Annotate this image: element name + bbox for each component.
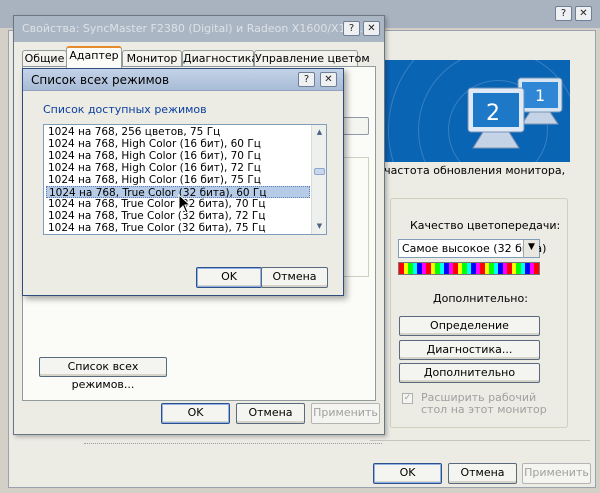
tab-color-management[interactable]: Управление цветом bbox=[254, 50, 370, 67]
ok-button[interactable]: OK bbox=[161, 403, 230, 424]
dialog-title: Список всех режимов bbox=[31, 73, 170, 87]
apply-button: Применить bbox=[311, 403, 380, 424]
modes-listbox[interactable]: 1024 на 768, 256 цветов, 75 Гц 1024 на 7… bbox=[43, 124, 327, 235]
color-quality-select[interactable]: Самое высокое (32 бита) ▼ bbox=[398, 239, 546, 258]
color-spectrum-bar bbox=[398, 262, 540, 275]
list-item[interactable]: 1024 на 768, 256 цветов, 75 Гц bbox=[46, 126, 310, 138]
tab-general[interactable]: Общие bbox=[22, 50, 67, 67]
scroll-thumb[interactable] bbox=[314, 168, 325, 175]
list-item[interactable]: 1024 на 768, High Color (16 бит), 70 Гц bbox=[46, 150, 310, 162]
list-all-modes-dialog: Список всех режимов ? ✕ Список доступных… bbox=[22, 68, 344, 296]
close-icon[interactable]: ✕ bbox=[320, 72, 337, 87]
list-item[interactable]: 1024 на 768, High Color (16 бит), 60 Гц bbox=[46, 138, 310, 150]
troubleshoot-button[interactable]: Диагностика... bbox=[399, 340, 540, 360]
tab-adapter[interactable]: Адаптер bbox=[66, 46, 122, 68]
list-all-modes-button[interactable]: Список всех режимов... bbox=[39, 357, 167, 391]
cancel-button[interactable]: Отмена bbox=[236, 403, 305, 424]
help-icon[interactable]: ? bbox=[343, 21, 360, 36]
mouse-cursor-icon bbox=[178, 194, 192, 214]
scroll-down-icon[interactable]: ▼ bbox=[313, 220, 326, 233]
extend-desktop-checkbox[interactable]: ✓ bbox=[402, 393, 413, 404]
advanced-label: Дополнительно: bbox=[433, 292, 528, 305]
cancel-button[interactable]: Отмена bbox=[261, 267, 328, 288]
identify-button[interactable]: Определение bbox=[399, 316, 540, 336]
list-item[interactable]: 1024 на 768, True Color (32 бита), 75 Гц bbox=[46, 222, 310, 234]
close-icon[interactable]: ✕ bbox=[363, 21, 380, 36]
ok-button[interactable]: OK bbox=[196, 267, 262, 288]
color-quality-label: Качество цветопередачи: bbox=[410, 219, 561, 232]
tab-monitor[interactable]: Монитор bbox=[122, 50, 182, 67]
available-modes-label: Список доступных режимов bbox=[43, 103, 207, 116]
dialog-title: Свойства: SyncMaster F2380 (Digital) и R… bbox=[22, 22, 364, 35]
help-icon[interactable]: ? bbox=[298, 72, 315, 87]
scroll-up-icon[interactable]: ▲ bbox=[313, 126, 326, 139]
chevron-down-icon[interactable]: ▼ bbox=[523, 240, 539, 257]
adapter-properties-titlebar: Свойства: SyncMaster F2380 (Digital) и R… bbox=[14, 16, 384, 42]
list-item[interactable]: 1024 на 768, High Color (16 бит), 72 Гц bbox=[46, 162, 310, 174]
resolution-info-text: и, частота обновления монитора, bbox=[370, 164, 566, 177]
close-icon[interactable]: ✕ bbox=[575, 6, 592, 21]
monitor-1-number: 1 bbox=[535, 86, 545, 105]
help-icon[interactable]: ? bbox=[555, 6, 572, 21]
list-item[interactable]: 1024 на 768, High Color (16 бит), 75 Гц bbox=[46, 174, 310, 186]
apply-button: Применить bbox=[522, 463, 591, 484]
list-scrollbar[interactable]: ▲ ▼ bbox=[311, 125, 326, 234]
monitor-preview-image: 1 2 bbox=[368, 60, 570, 162]
cancel-button[interactable]: Отмена bbox=[448, 463, 517, 484]
monitors-icon[interactable]: 1 2 bbox=[368, 60, 570, 162]
tab-diagnostics[interactable]: Диагностика bbox=[182, 50, 258, 67]
ok-button[interactable]: OK bbox=[373, 463, 442, 484]
advanced-button[interactable]: Дополнительно bbox=[399, 363, 540, 383]
divider bbox=[84, 443, 382, 444]
modes-titlebar: Список всех режимов ? ✕ bbox=[23, 69, 343, 91]
divider bbox=[370, 440, 590, 441]
monitor-2-number: 2 bbox=[486, 101, 500, 126]
extend-desktop-label: Расширить рабочий стол на этот монитор bbox=[421, 391, 547, 416]
